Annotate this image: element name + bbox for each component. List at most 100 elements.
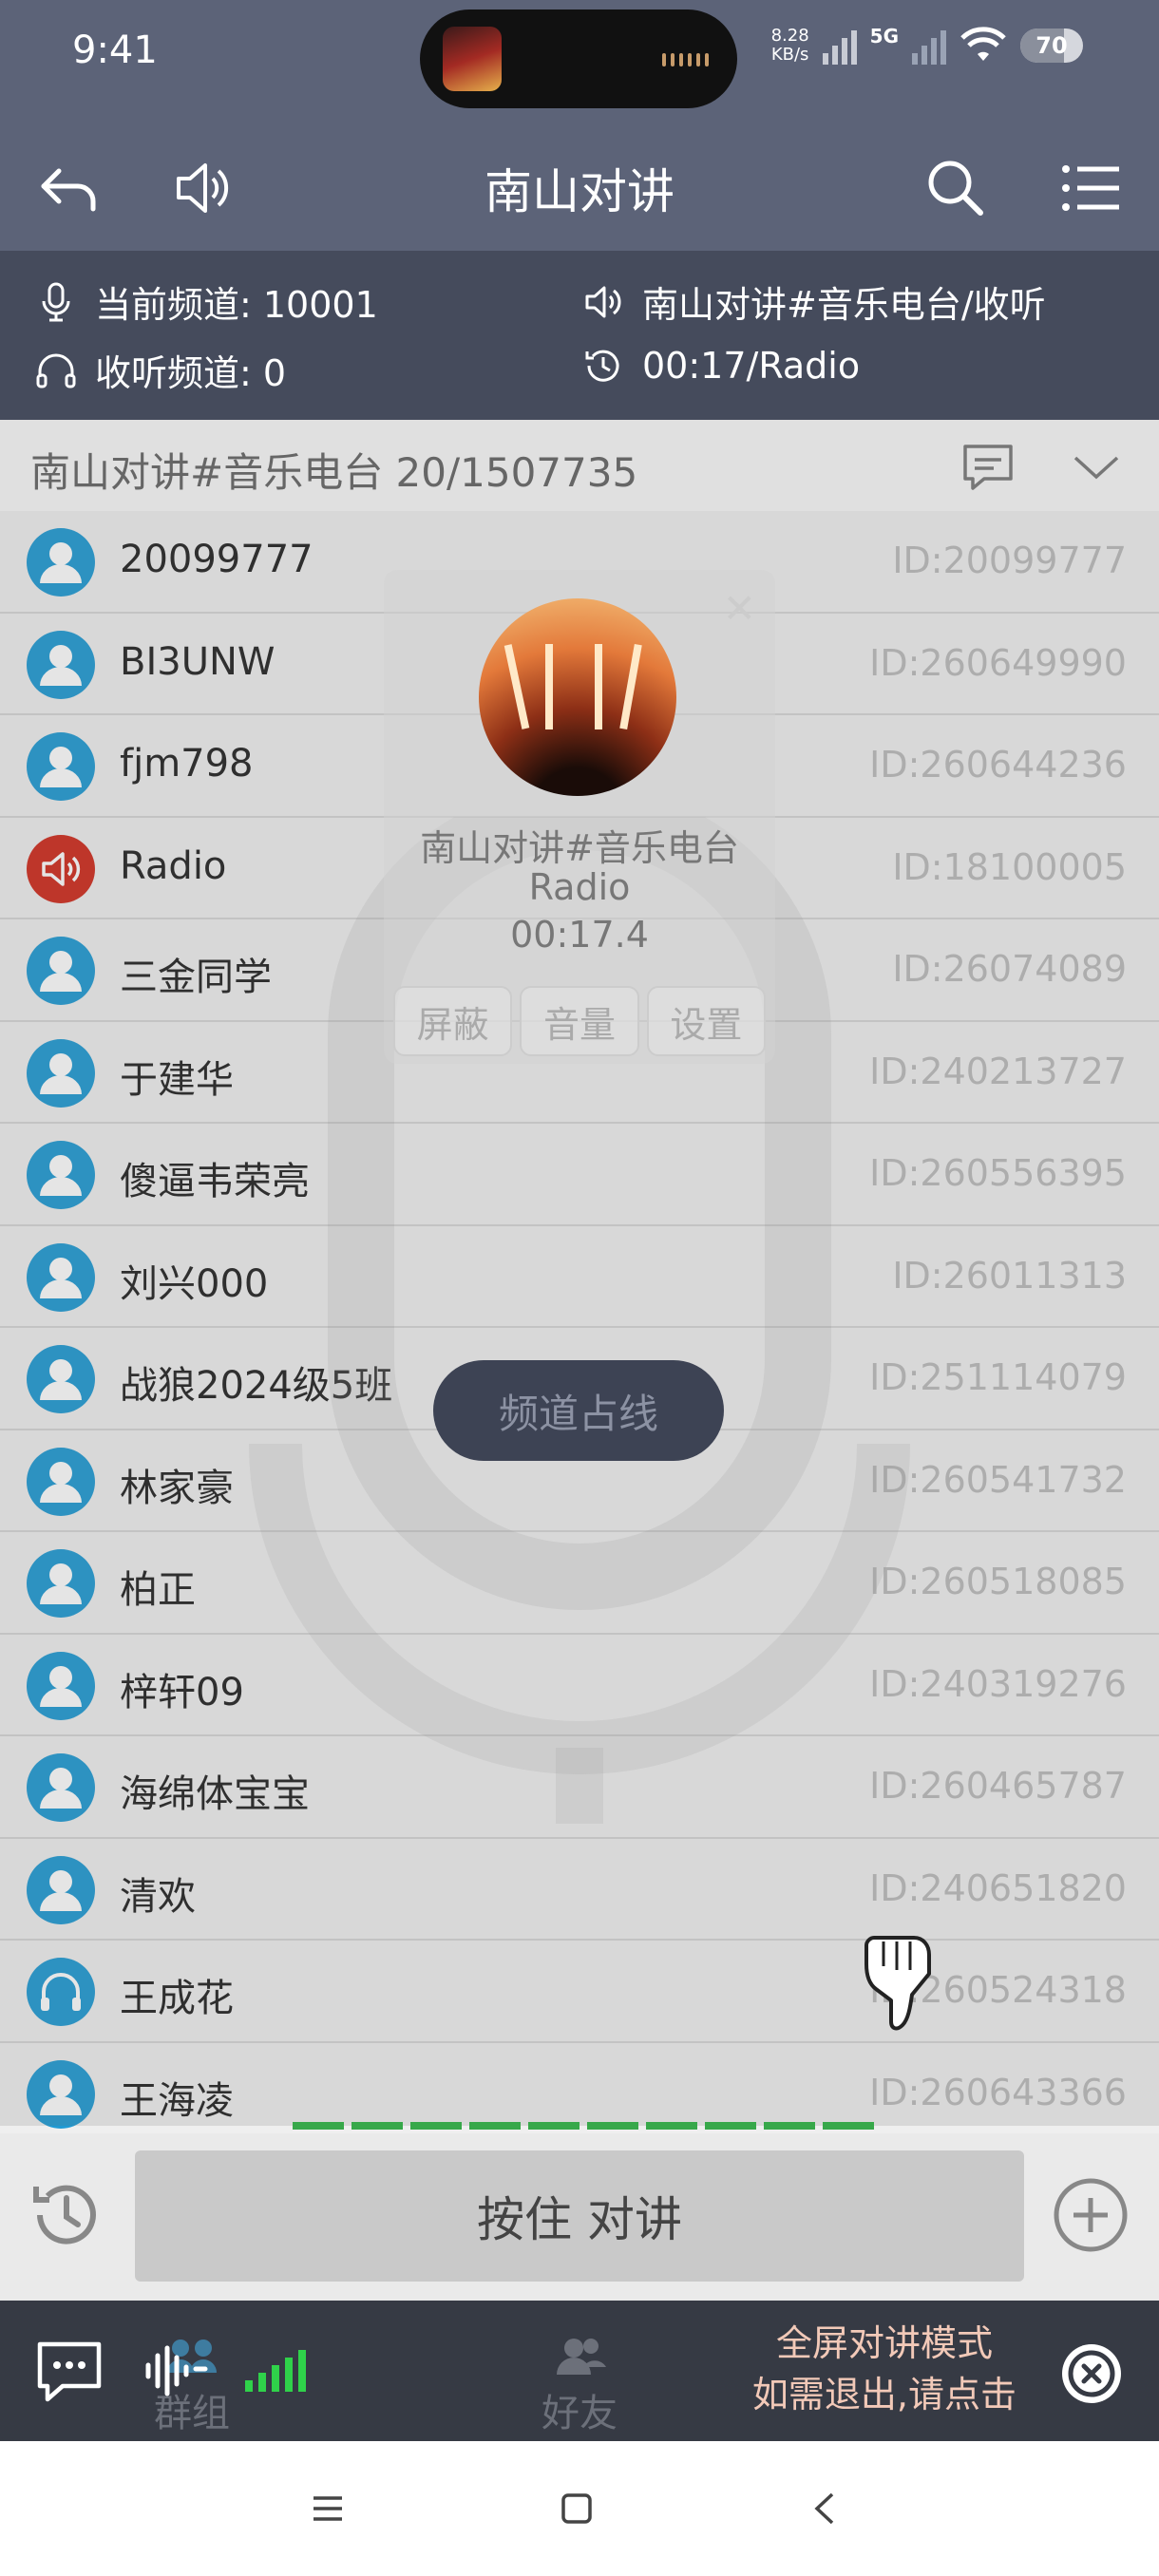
member-name: 刘兴000	[120, 1261, 269, 1306]
elapsed-info: 00:17/Radio	[581, 344, 860, 388]
user-avatar-icon	[27, 1242, 95, 1312]
channel-info-panel: 当前频道: 10001 收听频道: 0 南山对讲#音乐电台/收听 00:17/R…	[0, 251, 1159, 420]
list-menu-icon[interactable]	[1056, 154, 1125, 222]
member-row[interactable]: 刘兴000 ID:26011313	[0, 1225, 1159, 1328]
user-avatar-icon	[27, 1855, 95, 1924]
history-clock-icon	[585, 350, 619, 382]
volume-button[interactable]: 音量	[520, 986, 639, 1056]
user-avatar-icon	[27, 1345, 95, 1413]
member-id: ID:26011313	[892, 1254, 1127, 1297]
user-avatar-icon	[27, 1038, 95, 1108]
member-id: ID:18100005	[892, 845, 1127, 888]
member-id: ID:260643366	[869, 2071, 1127, 2113]
member-row[interactable]: 清欢 ID:240651820	[0, 1838, 1159, 1941]
member-name: 海绵体宝宝	[120, 1772, 310, 1816]
home-icon[interactable]	[555, 2487, 598, 2530]
chat-icon[interactable]	[960, 439, 1016, 496]
nav-friends[interactable]: 好友	[494, 2335, 665, 2437]
app-bar: 南山对讲	[0, 125, 1159, 251]
status-bar: 9:41 8.28 KB/s 5G 70	[0, 0, 1159, 125]
user-avatar-icon	[27, 732, 95, 801]
user-avatar-icon	[27, 937, 95, 1005]
member-name: 梓轩09	[120, 1670, 244, 1714]
member-name: 三金同学	[120, 956, 272, 999]
member-name: 于建华	[120, 1057, 234, 1102]
friends-icon	[557, 2339, 606, 2375]
user-avatar-icon	[27, 1141, 95, 1209]
member-id: ID:251114079	[869, 1356, 1127, 1398]
channel-header[interactable]: 南山对讲#音乐电台 20/1507735	[0, 420, 1159, 511]
push-to-talk-button[interactable]: 按住 对讲	[135, 2150, 1024, 2282]
user-avatar-icon	[27, 528, 95, 597]
radio-avatar-icon	[27, 834, 95, 903]
card-buttons: 屏蔽 音量 设置	[393, 986, 766, 1056]
chevron-down-icon[interactable]	[1068, 439, 1125, 496]
member-id: ID:260518085	[869, 1561, 1127, 1602]
member-name: 20099777	[120, 538, 314, 581]
add-icon[interactable]	[1051, 2175, 1130, 2255]
member-row[interactable]: 梓轩09 ID:240319276	[0, 1634, 1159, 1736]
audio-level-meter	[293, 2122, 874, 2130]
back-icon[interactable]	[804, 2487, 847, 2530]
close-icon[interactable]: ✕	[723, 585, 756, 632]
waveform-icon	[145, 2345, 208, 2396]
member-row[interactable]: 傻逼韦荣亮 ID:260556395	[0, 1124, 1159, 1226]
member-name: 王海凌	[120, 2078, 234, 2123]
member-name: Radio	[120, 843, 227, 888]
system-nav-bar	[0, 2441, 1159, 2576]
signal-2-icon	[912, 27, 946, 65]
block-button[interactable]: 屏蔽	[393, 986, 513, 1056]
member-row[interactable]: 王成花 ID:260524318	[0, 1941, 1159, 2043]
radio-artwork	[479, 598, 676, 796]
pointing-hand-icon	[864, 1936, 931, 2031]
message-icon[interactable]	[34, 2339, 104, 2405]
settings-button[interactable]: 设置	[646, 986, 766, 1056]
member-id: ID:26074089	[892, 948, 1127, 990]
signal-strength-icon	[245, 2350, 306, 2392]
volume-icon	[585, 286, 621, 317]
member-id: ID:260556395	[869, 1152, 1127, 1194]
net-speed: 8.28 KB/s	[770, 26, 809, 65]
audio-visualizer-icon	[662, 53, 709, 66]
search-icon[interactable]	[922, 154, 990, 222]
now-playing-artwork	[443, 27, 502, 91]
user-avatar-icon	[27, 1753, 95, 1822]
member-id: ID:260465787	[869, 1765, 1127, 1807]
user-avatar-icon	[27, 1651, 95, 1720]
fullscreen-mode-notice[interactable]: 全屏对讲模式 如需退出,请点击	[752, 2318, 1016, 2420]
member-id: ID:260649990	[869, 641, 1127, 684]
current-channel-info: 当前频道: 10001	[34, 275, 378, 328]
listen-channel-info: 收听频道: 0	[34, 344, 286, 396]
history-icon[interactable]	[27, 2175, 106, 2255]
member-name: 傻逼韦荣亮	[120, 1160, 310, 1203]
member-name: 战狼2024级5班	[120, 1364, 393, 1408]
member-id: ID:260644236	[869, 744, 1127, 786]
wifi-icon	[960, 27, 1006, 61]
radio-popup-card: ✕ 南山对讲#音乐电台 Radio 00:17.4 屏蔽 音量 设置	[384, 570, 775, 1064]
card-time: 00:17.4	[510, 914, 649, 956]
member-row[interactable]: 海绵体宝宝 ID:260465787	[0, 1736, 1159, 1839]
status-time: 9:41	[72, 28, 158, 72]
member-id: ID:240213727	[869, 1050, 1127, 1092]
member-name: 王成花	[120, 1977, 234, 2020]
user-avatar-icon	[27, 2059, 95, 2129]
exit-fullscreen-close-icon[interactable]	[1058, 2340, 1125, 2407]
network-type: 5G	[869, 25, 899, 47]
channel-title: 南山对讲#音乐电台 20/1507735	[30, 449, 638, 496]
member-id: ID:240651820	[869, 1866, 1127, 1909]
user-avatar-icon	[27, 630, 95, 699]
member-name: BI3UNW	[120, 639, 276, 684]
recent-apps-icon[interactable]	[306, 2487, 350, 2530]
member-id: ID:260541732	[869, 1458, 1127, 1501]
member-name: 清欢	[120, 1874, 196, 1919]
now-playing-info: 南山对讲#音乐电台/收听	[581, 275, 1046, 328]
channel-occupied-badge: 频道占线	[433, 1360, 724, 1461]
user-avatar-icon	[27, 1549, 95, 1618]
headphones-icon	[36, 353, 76, 388]
member-id: ID:240319276	[869, 1662, 1127, 1705]
member-row[interactable]: 柏正 ID:260518085	[0, 1532, 1159, 1635]
member-name: 林家豪	[120, 1466, 234, 1510]
member-id: ID:20099777	[892, 540, 1127, 581]
ptt-area: 按住 对讲	[0, 2133, 1159, 2301]
dynamic-island[interactable]	[420, 9, 737, 108]
